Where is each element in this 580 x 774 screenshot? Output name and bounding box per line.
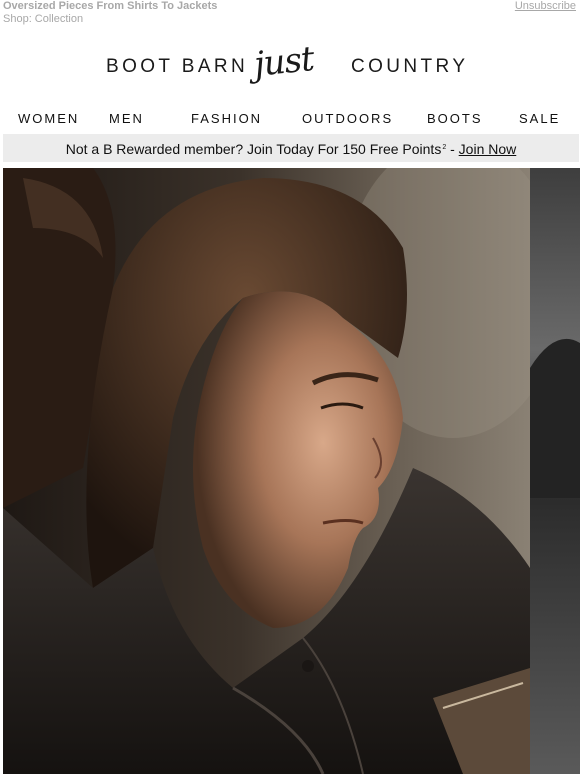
promo-text: Not a B Rewarded member? Join Today For … bbox=[65, 141, 442, 157]
preheader: Oversized Pieces From Shirts To Jackets … bbox=[0, 0, 580, 30]
nav-boots[interactable]: BOOTS bbox=[427, 111, 483, 126]
main-nav: WOMEN MEN FASHION OUTDOORS BOOTS SALE bbox=[0, 111, 580, 129]
unsubscribe-link[interactable]: Unsubscribe bbox=[515, 0, 576, 12]
preheader-title: Oversized Pieces From Shirts To Jackets bbox=[3, 0, 218, 12]
logo-just-script: just bbox=[252, 38, 316, 86]
promo-separator: - bbox=[446, 141, 459, 157]
hero-image[interactable] bbox=[3, 168, 530, 774]
nav-women[interactable]: WOMEN bbox=[18, 111, 79, 126]
nav-sale[interactable]: SALE bbox=[519, 111, 560, 126]
nav-men[interactable]: MEN bbox=[109, 111, 144, 126]
preheader-subtitle: Shop: Collection bbox=[3, 13, 84, 25]
nav-outdoors[interactable]: OUTDOORS bbox=[302, 111, 393, 126]
logo-country: COUNTRY bbox=[351, 56, 469, 77]
side-landscape-illustration bbox=[530, 168, 580, 774]
hero-side-image[interactable] bbox=[530, 168, 580, 774]
brand-logo[interactable]: BOOT BARN just COUNTRY bbox=[0, 38, 580, 92]
join-now-link[interactable]: Join Now bbox=[459, 141, 517, 157]
nav-fashion[interactable]: FASHION bbox=[191, 111, 262, 126]
hero-photo-illustration bbox=[3, 168, 530, 774]
rewards-promo-banner: Not a B Rewarded member? Join Today For … bbox=[3, 134, 579, 162]
logo-boot-barn: BOOT BARN bbox=[106, 56, 249, 77]
